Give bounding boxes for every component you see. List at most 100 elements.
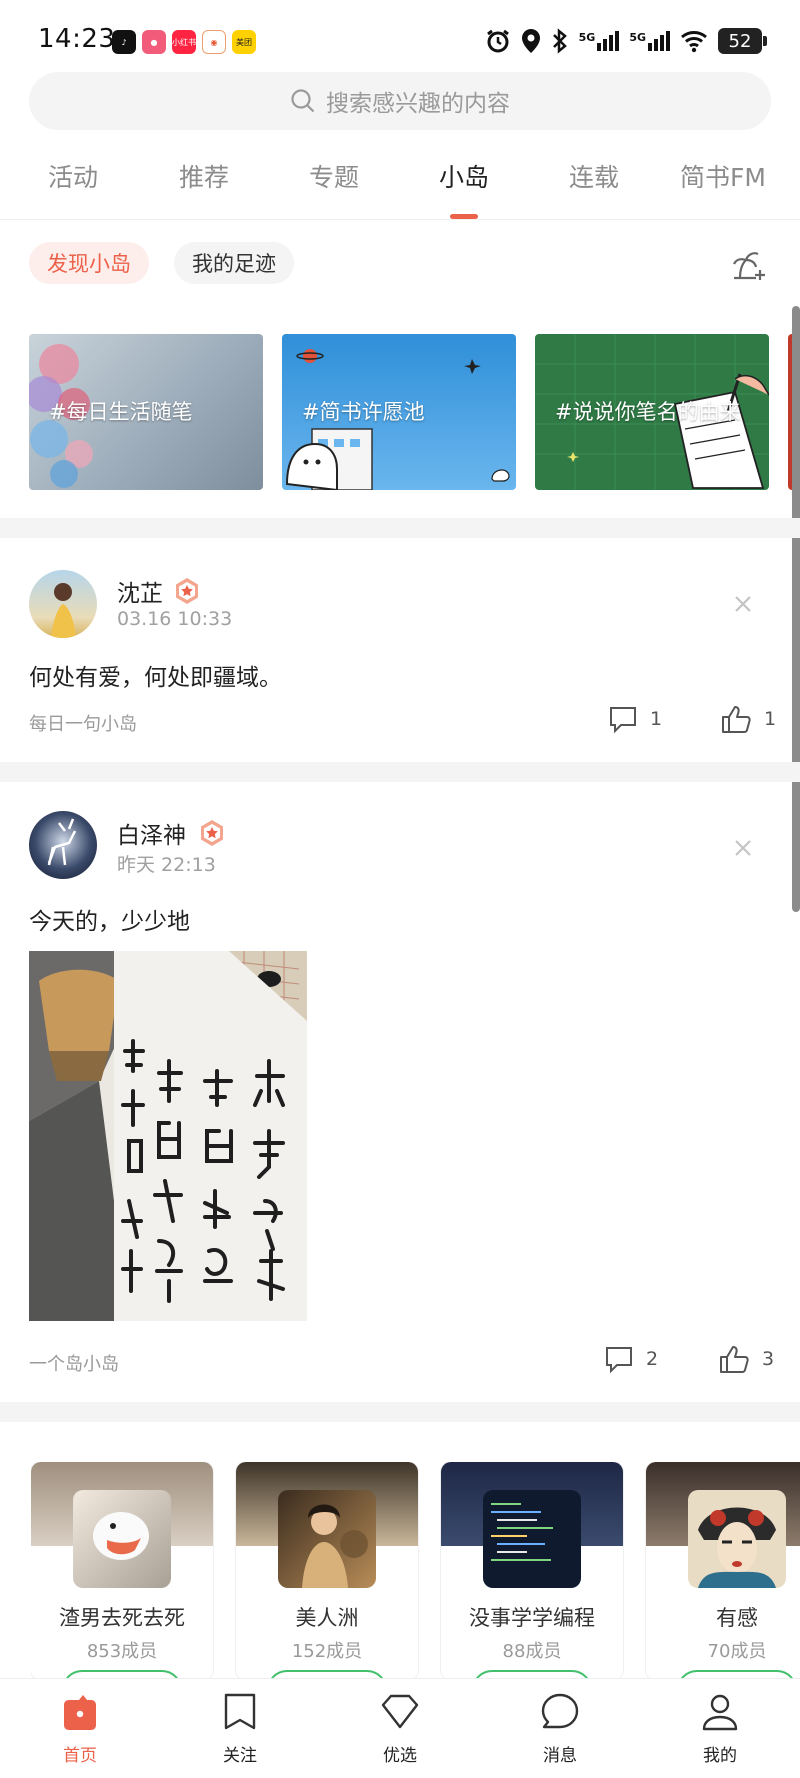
goose-image <box>93 1512 149 1560</box>
author-avatar[interactable] <box>29 811 97 879</box>
tiktok-icon: ♪ <box>112 30 136 54</box>
author-badge-icon <box>201 820 223 846</box>
status-time: 14:23 <box>38 24 116 54</box>
nav-profile[interactable]: 我的 <box>660 1691 780 1766</box>
nav-follow[interactable]: 关注 <box>180 1691 300 1766</box>
island-members: 88成员 <box>502 1641 562 1662</box>
island-card[interactable]: 渣男去死去死 853成员 <box>31 1462 213 1680</box>
like-count: 3 <box>762 1348 775 1370</box>
topic-card[interactable]: #说说你笔名的由来 <box>535 334 769 490</box>
nav-featured[interactable]: 优选 <box>340 1691 460 1766</box>
like-button[interactable]: 3 <box>718 1344 774 1374</box>
nav-follow-label: 关注 <box>223 1746 257 1766</box>
post-text[interactable]: 今天的，少少地 <box>29 902 190 936</box>
bookmark-icon <box>224 1693 256 1730</box>
message-icon <box>541 1693 579 1729</box>
section-divider <box>0 1402 800 1422</box>
comment-button[interactable]: 2 <box>604 1344 658 1374</box>
topic-label: #每日生活随笔 <box>49 400 193 424</box>
my-footprints-tab[interactable]: 我的足迹 <box>174 242 294 284</box>
nav-home[interactable]: 首页 <box>20 1691 140 1766</box>
home-icon <box>64 1695 96 1730</box>
tab-fm[interactable]: 简书FM <box>680 158 766 194</box>
tab-topics[interactable]: 专题 <box>309 158 359 194</box>
calligraphy-photo <box>29 951 307 1321</box>
like-button[interactable]: 1 <box>720 704 776 734</box>
close-icon[interactable] <box>731 836 755 860</box>
section-divider <box>0 518 800 538</box>
topic-carousel: #每日生活随笔 #简书许愿池 #说说你笔名的由来 <box>29 334 800 490</box>
create-island-icon[interactable] <box>728 244 768 284</box>
island-card[interactable]: 没事学学编程 88成员 <box>441 1462 623 1680</box>
tab-serial[interactable]: 连载 <box>569 158 619 194</box>
top-tabs: 活动 推荐 专题 小岛 连载 简书FM <box>0 140 800 220</box>
post-island-link[interactable]: 每日一句小岛 <box>29 710 137 736</box>
nav-home-label: 首页 <box>63 1746 97 1766</box>
island-card[interactable]: 有感 70成员 <box>646 1462 800 1680</box>
post-text[interactable]: 何处有爱，何处即疆域。 <box>29 658 282 692</box>
signal-5g-1: 5G <box>579 31 620 51</box>
island-members: 853成员 <box>86 1641 158 1662</box>
nav-messages[interactable]: 消息 <box>500 1691 620 1766</box>
wifi-icon <box>681 31 707 53</box>
island-members: 152成员 <box>291 1641 363 1662</box>
post-time: 昨天 22:13 <box>117 854 216 876</box>
search-placeholder: 搜索感兴趣的内容 <box>326 91 510 117</box>
author-name[interactable]: 白泽神 <box>117 816 186 850</box>
beauty-image <box>302 1504 368 1588</box>
battery-indicator: 52 <box>718 28 767 54</box>
thumbs-up-icon <box>722 706 751 733</box>
tab-active-indicator <box>450 214 478 219</box>
topic-label: #简书许愿池 <box>302 400 425 424</box>
author-badge-icon <box>176 578 198 604</box>
comment-count: 1 <box>650 708 663 730</box>
island-name: 没事学学编程 <box>469 1606 595 1630</box>
island-name: 渣男去死去死 <box>59 1606 185 1630</box>
section-divider <box>0 762 800 782</box>
topic-label: #说说你笔名的由来 <box>555 400 741 424</box>
tab-recommend[interactable]: 推荐 <box>179 158 229 194</box>
code-screen-image <box>491 1503 553 1561</box>
bottom-navigation: 首页 关注 优选 消息 我的 <box>0 1678 800 1778</box>
topic-card[interactable]: #简书许愿池 <box>282 334 516 490</box>
close-icon[interactable] <box>731 592 755 616</box>
status-bar: 14:23 ♪ ● 小红书 ◉ 美团 5G 5G 52 <box>0 0 800 70</box>
search-icon <box>291 89 315 113</box>
island-card[interactable]: 美人洲 152成员 <box>236 1462 418 1680</box>
post-time: 03.16 10:33 <box>117 608 233 630</box>
post-card[interactable]: 沈芷 03.16 10:33 何处有爱，何处即疆域。 每日一句小岛 1 1 <box>0 538 792 760</box>
island-thumbnail <box>688 1490 786 1588</box>
island-thumbnail <box>278 1490 376 1588</box>
comment-button[interactable]: 1 <box>608 704 662 734</box>
island-name: 有感 <box>716 1606 758 1630</box>
search-bar[interactable]: 搜索感兴趣的内容 <box>29 72 771 130</box>
like-count: 1 <box>764 708 777 730</box>
island-recommendations: 渣男去死去死 853成员 美人洲 152成员 没事学学编程 88成员 有感 70… <box>31 1462 800 1680</box>
author-avatar[interactable] <box>29 570 97 638</box>
post-photo[interactable] <box>29 951 307 1321</box>
tab-activity[interactable]: 活动 <box>48 158 98 194</box>
discover-island-tab[interactable]: 发现小岛 <box>29 242 149 284</box>
tab-island[interactable]: 小岛 <box>439 158 489 194</box>
system-icons: 5G 5G 52 <box>485 28 767 54</box>
post-island-link[interactable]: 一个岛小岛 <box>29 1350 119 1376</box>
comment-icon <box>606 1347 632 1374</box>
scrollbar[interactable] <box>792 306 800 912</box>
island-thumbnail <box>73 1490 171 1588</box>
comment-icon <box>610 707 636 734</box>
avatar-image <box>47 818 77 866</box>
meituan-icon: 美团 <box>232 30 256 54</box>
nav-featured-label: 优选 <box>383 1746 417 1766</box>
red-app-icon: ● <box>142 30 166 54</box>
island-name: 美人洲 <box>295 1606 359 1630</box>
nav-profile-label: 我的 <box>703 1746 737 1766</box>
orange-app-icon: ◉ <box>202 30 226 54</box>
thumbs-up-icon <box>720 1346 749 1373</box>
diamond-icon <box>381 1694 419 1729</box>
author-name[interactable]: 沈芷 <box>117 574 163 608</box>
topic-card[interactable]: #每日生活随笔 <box>29 334 263 490</box>
signal-5g-2: 5G <box>629 31 670 51</box>
profile-icon <box>702 1694 738 1731</box>
opera-face-image <box>698 1507 776 1588</box>
xiaohongshu-icon: 小红书 <box>172 30 196 54</box>
